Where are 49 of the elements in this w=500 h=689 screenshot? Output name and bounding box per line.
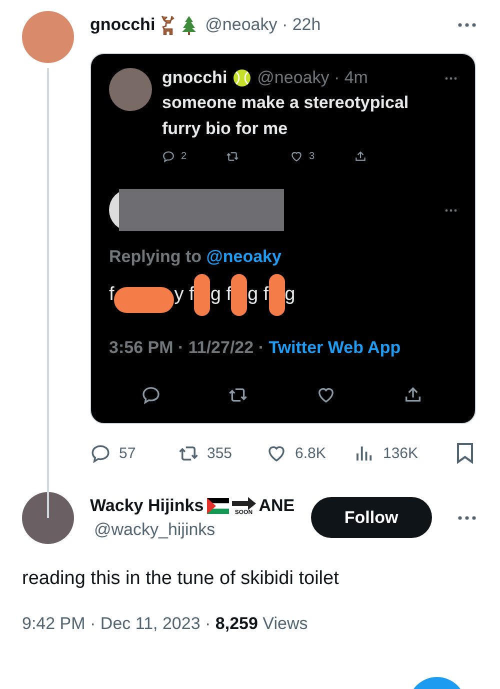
user-handle: @neoaky · 4m <box>257 68 368 88</box>
reply-text: f <box>109 284 114 306</box>
user-handle[interactable]: @wacky_hijinks <box>94 520 295 540</box>
censor-blot <box>231 274 248 316</box>
avatar[interactable] <box>22 492 74 544</box>
heart-icon[interactable] <box>316 385 336 405</box>
reply-icon[interactable] <box>162 150 175 163</box>
censor-blot <box>268 274 285 316</box>
avatar[interactable] <box>22 11 74 63</box>
more-options-icon <box>445 76 457 80</box>
censor-blot <box>114 287 174 313</box>
replying-to-text: Replying to @neoaky <box>109 247 282 267</box>
more-options-icon[interactable] <box>458 516 476 520</box>
user-handle[interactable]: @neoaky · 22h <box>205 15 321 35</box>
stat-count: 57 <box>119 444 136 462</box>
timestamp-text: 9:42 PM · Dec 11, 2023 · 8,259 Views <box>21 614 309 634</box>
more-options-icon <box>445 208 457 212</box>
display-name[interactable]: Wacky Hijinks <box>90 496 204 516</box>
retweet-icon[interactable] <box>226 150 239 163</box>
display-name[interactable]: gnocchi <box>90 15 156 35</box>
tree-icon <box>181 15 198 35</box>
reply-icon[interactable] <box>90 442 111 464</box>
source-link[interactable]: Twitter Web App <box>268 338 401 357</box>
bookmark-icon[interactable] <box>456 442 474 464</box>
reply-text: g f <box>210 284 232 306</box>
flag-icon <box>206 498 229 514</box>
more-options-icon[interactable] <box>458 23 476 27</box>
display-name: gnocchi <box>162 68 228 88</box>
arrow-icon <box>232 496 256 510</box>
tennis-ball-icon <box>233 69 252 87</box>
stat-count: 6.8K <box>295 444 326 462</box>
display-name-suffix: ANE <box>258 496 295 516</box>
heart-icon[interactable] <box>290 150 303 163</box>
stat-count: 136K <box>383 444 418 462</box>
stat-count: 355 <box>207 444 232 462</box>
avatar <box>109 68 152 111</box>
tweet-text: reading this in the tune of skibidi toilet <box>21 568 340 590</box>
follow-button[interactable]: Follow <box>310 497 432 538</box>
mention-link[interactable]: @neoaky <box>206 247 282 266</box>
reply-text: g f <box>247 284 269 306</box>
stat-count: 3 <box>309 151 315 162</box>
reply-text: y f <box>174 284 194 306</box>
timestamp-text: 3:56 PM · 11/27/22 · Twitter Web App <box>109 337 402 359</box>
reply-icon[interactable] <box>141 385 161 405</box>
reply-text: g <box>284 284 296 306</box>
stat-count: 2 <box>181 151 187 162</box>
tweet-text: someone make a stereotypical furry bio for me <box>162 92 410 140</box>
censor-blot <box>194 274 210 316</box>
share-icon[interactable] <box>354 150 367 163</box>
